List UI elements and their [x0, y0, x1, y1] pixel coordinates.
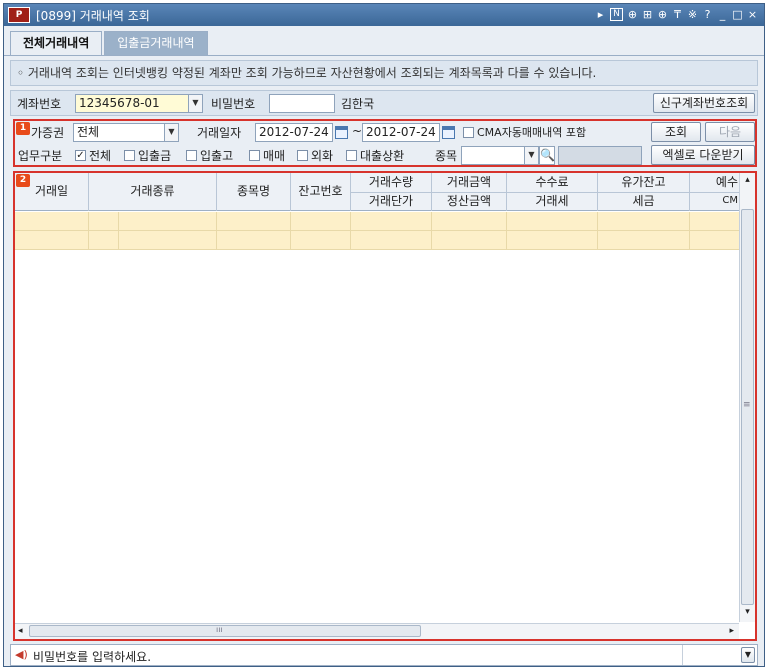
- col-stock-name[interactable]: 종목명: [217, 173, 291, 211]
- account-value: 12345678-01: [79, 96, 160, 110]
- date-to-input[interactable]: 2012-07-24: [362, 123, 440, 142]
- notice-banner: ◦ 거래내역 조회는 인터넷뱅킹 약정된 계좌만 조회 가능하므로 자산현황에서…: [10, 60, 758, 86]
- all-checkbox-label: 전체: [89, 149, 112, 163]
- horizontal-scrollbar[interactable]: ◂ ııı ▸: [15, 623, 739, 639]
- minimize-icon[interactable]: _: [717, 7, 728, 22]
- settings-icon[interactable]: ※: [687, 7, 698, 22]
- trade-date-label: 거래일자: [197, 126, 242, 140]
- business-type-label: 업무구분: [18, 149, 63, 163]
- col-settlement-amount[interactable]: 정산금액: [432, 192, 507, 211]
- section-1-badge: 1: [16, 122, 30, 135]
- cma-label: CMA자동매매내역 포함: [477, 126, 587, 139]
- fx-checkbox[interactable]: [297, 150, 308, 161]
- account-select[interactable]: 12345678-01 ▼: [75, 94, 203, 113]
- arrow-right-icon[interactable]: ▸: [595, 7, 606, 22]
- transfer-checkbox[interactable]: [186, 150, 197, 161]
- col-trade-tax[interactable]: 거래세: [507, 192, 598, 211]
- title-toolbar: ▸ N ⊕ ⊞ ⊕ ₸ ※ ? _ □ ×: [595, 7, 758, 22]
- col-securities-balance[interactable]: 유가잔고: [598, 173, 690, 192]
- all-checkbox[interactable]: ✓: [75, 150, 86, 161]
- app-logo: P: [8, 7, 30, 23]
- col-trade-type[interactable]: 거래종류: [89, 173, 217, 211]
- date-separator: ~: [352, 124, 363, 138]
- status-message: 비밀번호를 입력하세요.: [33, 650, 152, 664]
- new-account-lookup-button[interactable]: 신구계좌번호조회: [653, 93, 755, 113]
- account-row: 계좌번호 12345678-01 ▼ 비밀번호 김한국 신구계좌번호조회: [10, 90, 758, 116]
- stock-label: 종목: [435, 149, 458, 163]
- col-tax[interactable]: 세금: [598, 192, 690, 211]
- search-button[interactable]: 조회: [651, 122, 701, 142]
- date-from-input[interactable]: 2012-07-24: [255, 123, 333, 142]
- maximize-icon[interactable]: □: [732, 7, 743, 22]
- scroll-thumb[interactable]: ≡: [741, 209, 754, 605]
- speaker-icon: ◀): [15, 648, 28, 661]
- tab-deposit-withdrawal[interactable]: 입출금거래내역: [104, 31, 208, 55]
- calendar-icon[interactable]: [335, 126, 348, 139]
- main-window: P [0899] 거래내역 조회 ▸ N ⊕ ⊞ ⊕ ₸ ※ ? _ □ × 전…: [3, 3, 765, 667]
- transfer-checkbox-label: 입출고: [200, 149, 234, 163]
- scroll-right-icon[interactable]: ▸: [729, 624, 734, 638]
- col-trade-qty[interactable]: 거래수량: [351, 173, 432, 192]
- vertical-scrollbar[interactable]: ▴ ≡ ▾: [739, 173, 755, 622]
- loan-checkbox[interactable]: [346, 150, 357, 161]
- calendar-icon[interactable]: [442, 126, 455, 139]
- tab-all-transactions[interactable]: 전체거래내역: [10, 31, 103, 56]
- col-deposit[interactable]: 예수: [690, 173, 740, 192]
- password-label: 비밀번호: [211, 97, 256, 111]
- broker-label: 가증권: [31, 126, 65, 140]
- broker-select[interactable]: 전체 ▼: [73, 123, 179, 142]
- account-owner-name: 김한국: [341, 97, 375, 111]
- table-row[interactable]: [15, 231, 740, 250]
- status-bar: ◀) 비밀번호를 입력하세요. ▼: [10, 644, 758, 666]
- help-icon[interactable]: ?: [702, 7, 713, 22]
- account-label: 계좌번호: [17, 97, 62, 111]
- window-title: [0899] 거래내역 조회: [36, 9, 150, 23]
- zoom-icon[interactable]: ⊕: [627, 7, 638, 22]
- tab-divider: [4, 55, 764, 56]
- scroll-thumb-horizontal[interactable]: ııı: [29, 625, 421, 637]
- col-fee[interactable]: 수수료: [507, 173, 598, 192]
- broker-value: 전체: [77, 125, 100, 139]
- status-dropdown-icon[interactable]: ▼: [741, 647, 755, 663]
- title-bar: P [0899] 거래내역 조회 ▸ N ⊕ ⊞ ⊕ ₸ ※ ? _ □ ×: [4, 4, 764, 26]
- search-icon[interactable]: 🔍: [539, 146, 555, 165]
- section-2-badge: 2: [16, 174, 30, 187]
- inout-checkbox[interactable]: [124, 150, 135, 161]
- zoom-in-icon[interactable]: ⊕: [657, 7, 668, 22]
- chevron-down-icon[interactable]: ▼: [188, 95, 202, 112]
- trade-checkbox[interactable]: [249, 150, 260, 161]
- window-icon[interactable]: ⊞: [642, 7, 653, 22]
- col-cma[interactable]: CM: [690, 192, 740, 211]
- transactions-grid: 거래일 거래종류 종목명 잔고번호 거래수량 거래단가 거래금액 정산금액 수수…: [13, 171, 757, 641]
- tab-bar: 전체거래내역 입출금거래내역: [10, 31, 210, 56]
- next-button[interactable]: 다음: [705, 122, 755, 142]
- inout-checkbox-label: 입출금: [138, 149, 172, 163]
- pin-icon[interactable]: ₸: [672, 7, 683, 22]
- excel-download-button[interactable]: 엑셀로 다운받기: [651, 145, 755, 165]
- stock-input[interactable]: ▼: [461, 146, 539, 165]
- header-divider: [351, 192, 740, 193]
- password-input[interactable]: [269, 94, 335, 113]
- cma-checkbox[interactable]: [463, 127, 474, 138]
- scroll-left-icon[interactable]: ◂: [18, 624, 23, 638]
- loan-checkbox-label: 대출상환: [360, 149, 405, 163]
- table-row[interactable]: [15, 212, 740, 231]
- chevron-down-icon[interactable]: ▼: [164, 124, 178, 141]
- close-icon[interactable]: ×: [747, 7, 758, 22]
- chevron-down-icon[interactable]: ▼: [524, 147, 538, 164]
- grid-header: 거래일 거래종류 종목명 잔고번호 거래수량 거래단가 거래금액 정산금액 수수…: [15, 173, 740, 211]
- scroll-up-icon[interactable]: ▴: [740, 175, 755, 185]
- col-trade-price[interactable]: 거래단가: [351, 192, 432, 211]
- col-balance-no[interactable]: 잔고번호: [291, 173, 351, 211]
- grip-icon: ııı: [216, 625, 223, 634]
- trade-checkbox-label: 매매: [263, 149, 286, 163]
- status-divider: [682, 645, 683, 665]
- fx-checkbox-label: 외화: [311, 149, 334, 163]
- stock-name-display: [558, 146, 642, 165]
- filter-section: 1 가증권 전체 ▼ 거래일자 2012-07-24 ~ 2012-07-24 …: [13, 119, 757, 167]
- col-trade-amount[interactable]: 거래금액: [432, 173, 507, 192]
- scroll-down-icon[interactable]: ▾: [740, 607, 755, 617]
- grip-icon: ≡: [743, 400, 751, 410]
- n-icon[interactable]: N: [610, 8, 623, 21]
